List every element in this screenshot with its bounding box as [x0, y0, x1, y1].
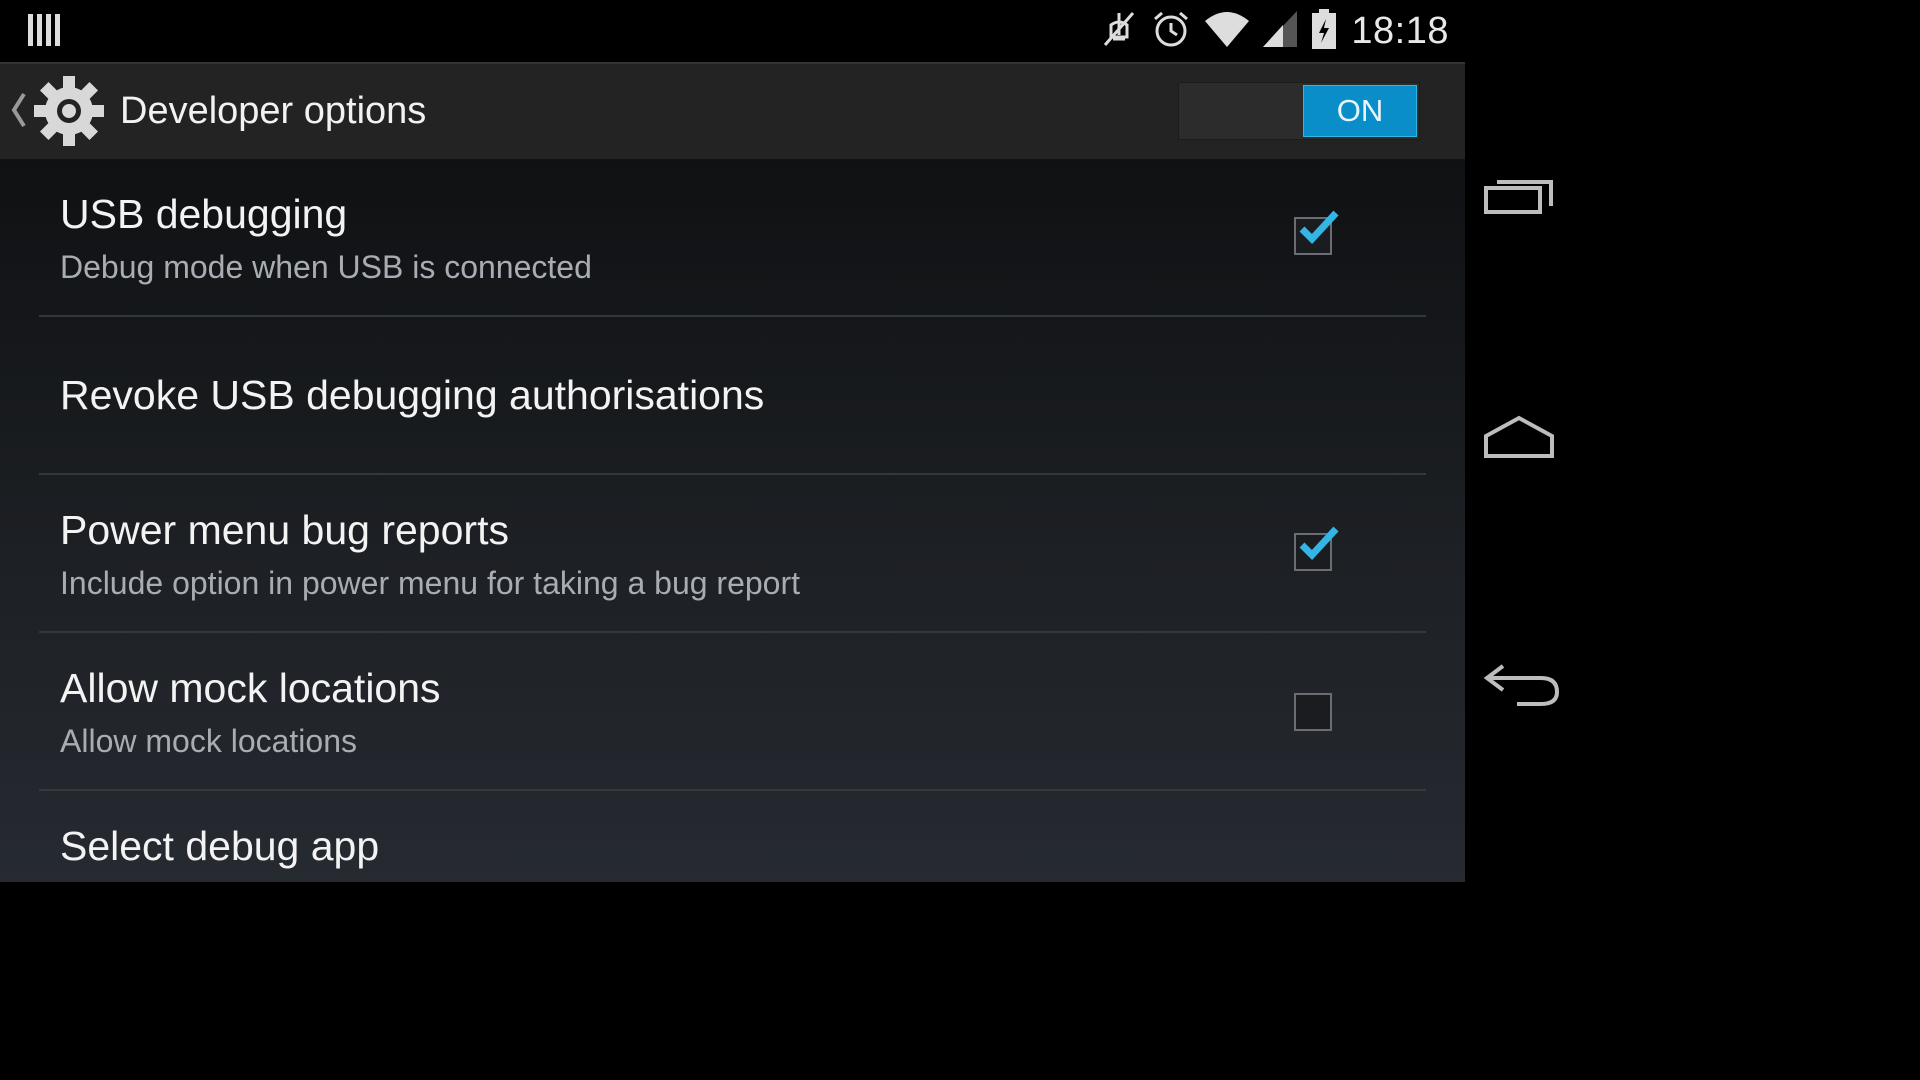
checkmark-icon [1299, 526, 1339, 561]
navigation-bar [1465, 0, 1568, 882]
settings-list: USB debugging Debug mode when USB is con… [0, 159, 1465, 882]
setting-usb-debugging[interactable]: USB debugging Debug mode when USB is con… [0, 159, 1465, 315]
setting-summary: Debug mode when USB is connected [60, 249, 592, 285]
checkmark-icon [1299, 210, 1339, 245]
back-icon[interactable] [1483, 660, 1563, 715]
signal-icon [1263, 10, 1298, 52]
usb-debugging-checkbox[interactable] [1294, 210, 1339, 255]
home-icon[interactable] [1483, 414, 1555, 465]
setting-title: Revoke USB debugging authorisations [60, 372, 765, 418]
notification-bars-icon[interactable] [28, 12, 60, 53]
setting-summary: Allow mock locations [60, 723, 357, 759]
developer-options-switch[interactable]: ON [1178, 82, 1420, 140]
clock-time: 18:18 [1351, 9, 1449, 52]
setting-allow-mock-locations[interactable]: Allow mock locations Allow mock location… [0, 633, 1465, 789]
setting-select-debug-app[interactable]: Select debug app [0, 791, 1465, 882]
power-menu-bug-reports-checkbox[interactable] [1294, 526, 1339, 571]
mute-icon [1101, 9, 1137, 54]
wifi-icon [1205, 11, 1250, 52]
setting-title: Allow mock locations [60, 665, 441, 711]
switch-on-label: ON [1303, 85, 1417, 137]
settings-gear-icon[interactable] [32, 74, 106, 153]
setting-summary: Include option in power menu for taking … [60, 565, 801, 601]
allow-mock-locations-checkbox[interactable] [1294, 693, 1332, 731]
setting-title: Select debug app [60, 823, 380, 869]
setting-title: USB debugging [60, 191, 348, 237]
battery-charging-icon [1311, 8, 1337, 54]
status-bar: 18:18 [0, 0, 1465, 62]
setting-revoke-usb-authorisations[interactable]: Revoke USB debugging authorisations [0, 317, 1465, 473]
setting-power-menu-bug-reports[interactable]: Power menu bug reports Include option in… [0, 475, 1465, 631]
recent-apps-icon[interactable] [1483, 172, 1555, 221]
alarm-icon [1151, 9, 1191, 54]
setting-title: Power menu bug reports [60, 507, 509, 553]
up-caret-icon[interactable] [10, 92, 28, 133]
action-bar: Developer options ON [0, 62, 1465, 159]
page-title: Developer options [120, 90, 427, 132]
